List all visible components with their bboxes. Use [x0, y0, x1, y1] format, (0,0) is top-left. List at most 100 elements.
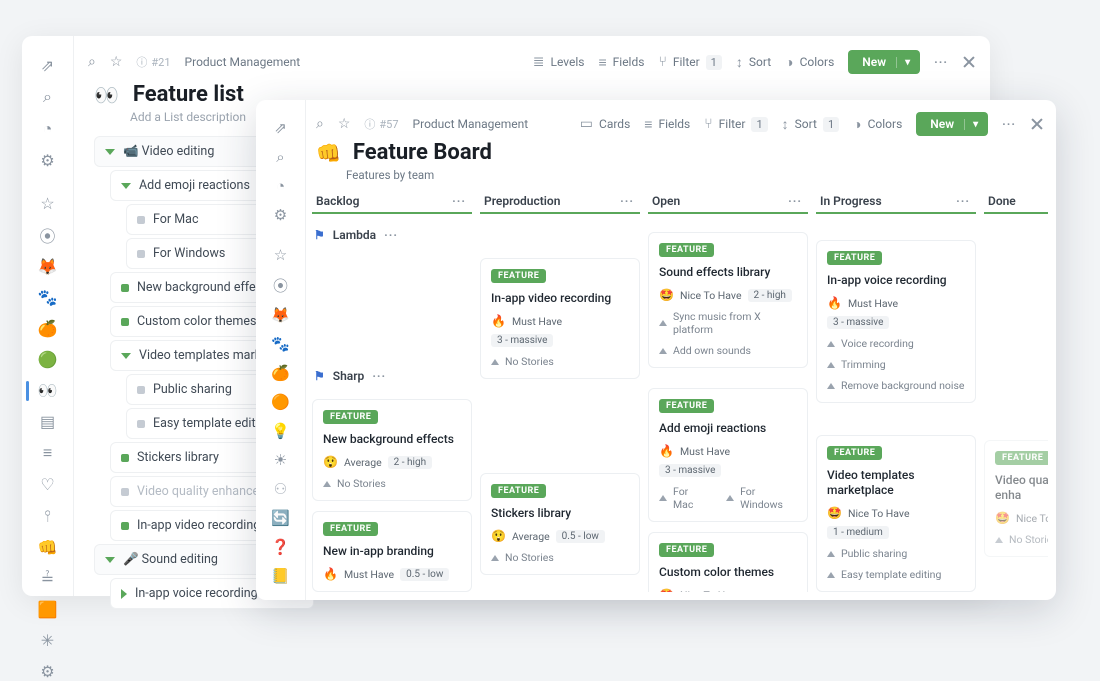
chevron-down-icon[interactable]: [121, 183, 131, 189]
card-templates[interactable]: FEATURE Video templates marketplace 🤩Nic…: [816, 435, 976, 592]
rocket-icon[interactable]: [271, 119, 291, 137]
lock-icon[interactable]: [271, 275, 291, 295]
star-icon[interactable]: [338, 116, 351, 132]
rail-item-icon[interactable]: 🐾: [38, 288, 58, 307]
lock-icon[interactable]: [38, 225, 58, 245]
page-subtitle[interactable]: Add a List description: [130, 110, 246, 124]
column-header[interactable]: Backlog···: [312, 190, 472, 214]
sort-button[interactable]: Sort: [736, 54, 771, 71]
gear-icon[interactable]: [38, 151, 58, 170]
rail-item-icon[interactable]: ▤: [38, 412, 58, 431]
column-menu-icon[interactable]: ···: [788, 194, 802, 208]
rail-item-icon[interactable]: 🦊: [38, 257, 58, 276]
page-title[interactable]: Feature list: [133, 82, 244, 107]
play-icon[interactable]: [121, 589, 127, 599]
chevron-down-icon[interactable]: [105, 149, 115, 155]
rocket-icon[interactable]: [38, 56, 58, 75]
card-custom-color[interactable]: FEATURE Custom color themes 🤩Nice To Hav…: [648, 532, 808, 592]
more-options-button[interactable]: ···: [1002, 117, 1016, 131]
column-header[interactable]: Open···: [648, 190, 808, 214]
rail-item-icon[interactable]: 🐾: [271, 335, 291, 353]
fields-button[interactable]: Fields: [598, 54, 644, 71]
page-subtitle[interactable]: Features by team: [346, 168, 434, 182]
pin-icon: [659, 348, 667, 354]
section-row[interactable]: ⚑Lambda···: [312, 222, 472, 248]
new-button[interactable]: New▾: [916, 112, 988, 136]
chevron-down-icon[interactable]: ▾: [896, 57, 910, 68]
star-icon[interactable]: [271, 246, 291, 264]
star-icon[interactable]: [38, 194, 58, 213]
card-new-bg[interactable]: FEATURE New background effects 😲Average2…: [312, 399, 472, 501]
search-icon[interactable]: [38, 87, 58, 107]
rail-item-icon[interactable]: ⫯: [38, 506, 58, 526]
filter-button[interactable]: Filter1: [704, 116, 767, 132]
rail-item-icon[interactable]: ≟: [38, 569, 58, 588]
close-icon[interactable]: [1030, 117, 1044, 131]
rail-item-icon[interactable]: ▶: [271, 596, 291, 600]
star-icon[interactable]: [110, 54, 123, 70]
rail-item-icon[interactable]: 🍊: [271, 364, 291, 382]
card-inapp-voice[interactable]: FEATURE In-app voice recording 🔥Must Hav…: [816, 240, 976, 403]
bell-icon[interactable]: [271, 177, 291, 195]
card-stickers[interactable]: FEATURE Stickers library 😲Average0.5 - l…: [480, 473, 640, 575]
column-backlog: Backlog··· ⚑Lambda··· ⚑Sharp··· FEATURE …: [312, 190, 472, 592]
search-icon[interactable]: [88, 54, 96, 70]
section-row[interactable]: ⚑Sharp···: [312, 363, 472, 389]
bullet-icon: [121, 318, 129, 326]
column-header[interactable]: Preproduction···: [480, 190, 640, 214]
more-options-icon[interactable]: ···: [372, 369, 386, 383]
chevron-down-icon[interactable]: [105, 557, 115, 563]
rail-item-icon[interactable]: 🔄: [271, 509, 291, 527]
rail-item-icon[interactable]: ⚇: [271, 480, 291, 498]
rail-item-icon[interactable]: ☀: [271, 451, 291, 469]
more-options-button[interactable]: ···: [934, 55, 948, 69]
fields-button[interactable]: Fields: [644, 116, 690, 133]
more-options-icon[interactable]: ···: [384, 228, 398, 242]
rail-item-icon[interactable]: 📒: [271, 567, 291, 585]
card-title: In-app video recording: [491, 291, 629, 306]
breadcrumb[interactable]: Product Management: [185, 55, 301, 69]
title-emoji-icon[interactable]: 👊: [316, 141, 341, 165]
filter-button[interactable]: Filter1: [658, 54, 721, 70]
chevron-down-icon[interactable]: ▾: [964, 119, 978, 130]
rail-item-icon[interactable]: 👊: [38, 538, 58, 557]
card-sound-fx[interactable]: FEATURE Sound effects library 🤩Nice To H…: [648, 232, 808, 368]
rail-item-icon[interactable]: ⚙: [38, 662, 58, 681]
rail-item-icon[interactable]: 🟧: [38, 600, 58, 619]
new-button[interactable]: New▾: [848, 50, 920, 74]
rail-item-icon[interactable]: ❓: [271, 538, 291, 556]
gear-icon[interactable]: [271, 206, 291, 224]
rail-item-icon[interactable]: 💡: [271, 422, 291, 440]
card-add-emoji[interactable]: FEATURE Add emoji reactions 🔥Must Have3 …: [648, 388, 808, 522]
levels-button[interactable]: Levels: [533, 54, 585, 70]
bell-icon[interactable]: [38, 119, 58, 139]
rail-item-icon[interactable]: ≡: [38, 443, 58, 463]
chevron-down-icon[interactable]: [121, 353, 131, 359]
colors-button[interactable]: Colors: [853, 116, 902, 133]
title-emoji-icon[interactable]: 👀: [94, 83, 119, 107]
rail-item-icon[interactable]: 🍊: [38, 319, 58, 338]
column-menu-icon[interactable]: ···: [956, 194, 970, 208]
rail-item-icon[interactable]: ♡: [38, 475, 58, 494]
colors-button[interactable]: Colors: [785, 54, 834, 71]
card-inapp-video[interactable]: FEATURE In-app video recording 🔥Must Hav…: [480, 258, 640, 379]
sort-button[interactable]: Sort1: [782, 116, 839, 133]
breadcrumb[interactable]: Product Management: [413, 117, 529, 131]
column-header[interactable]: Done: [984, 190, 1048, 214]
page-title[interactable]: Feature Board: [353, 140, 492, 165]
column-menu-icon[interactable]: ···: [452, 194, 466, 208]
rail-item-icon[interactable]: 🟢: [38, 350, 58, 369]
cards-button[interactable]: Cards: [580, 116, 631, 132]
search-icon[interactable]: [316, 116, 324, 132]
item-id-chip[interactable]: ⓘ #57: [364, 116, 398, 132]
item-id-chip[interactable]: ⓘ #21: [136, 54, 170, 70]
search-icon[interactable]: [271, 148, 291, 166]
card-branding[interactable]: FEATURE New in-app branding 🔥Must Have0.…: [312, 511, 472, 592]
rail-item-icon[interactable]: 🦊: [271, 306, 291, 324]
rail-item-active-icon[interactable]: 👀: [38, 381, 58, 400]
column-header[interactable]: In Progress···: [816, 190, 976, 214]
rail-item-icon[interactable]: 🟠: [271, 393, 291, 411]
card-quality[interactable]: FEATURE Video quality enha 🤩Nice To Have…: [984, 440, 1048, 557]
column-menu-icon[interactable]: ···: [620, 194, 634, 208]
close-icon[interactable]: [962, 55, 976, 69]
